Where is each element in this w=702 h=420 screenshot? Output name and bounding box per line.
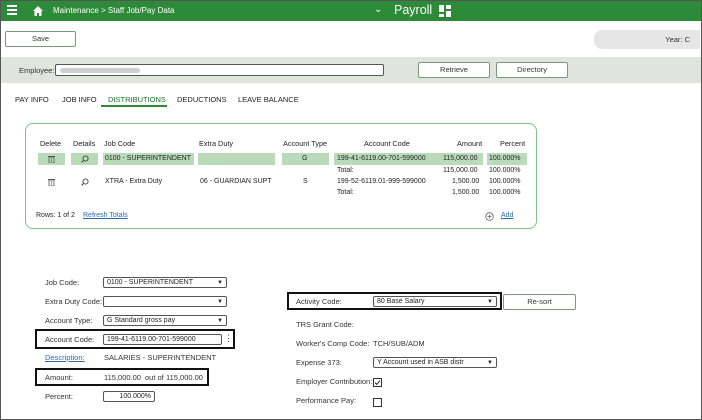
amount-out-of: out of: [145, 373, 164, 382]
home-icon[interactable]: [32, 5, 44, 17]
job-code-label: Job Code:: [45, 278, 80, 287]
apps-grid-icon[interactable]: [439, 5, 451, 17]
expense-373-label: Expense 373:: [296, 358, 342, 367]
refresh-totals-link[interactable]: Refresh Totals: [83, 212, 128, 219]
row1-account-type[interactable]: G: [302, 155, 307, 162]
chevron-down-icon[interactable]: ⌄: [374, 4, 382, 15]
row1-percent[interactable]: 100.000%: [489, 155, 521, 162]
breadcrumb[interactable]: Maintenance > Staff Job/Pay Data: [53, 6, 174, 15]
chevron-down-icon: ▼: [217, 299, 223, 305]
expense-373-select[interactable]: Y Account used in ASB distr ▼: [373, 357, 497, 368]
trash-icon[interactable]: [48, 155, 55, 163]
account-code-label: Account Code:: [45, 335, 95, 344]
rows-count: Rows: 1 of 2: [36, 212, 75, 219]
percent-label: Percent:: [45, 392, 73, 401]
tab-deductions[interactable]: DEDUCTIONS: [177, 95, 227, 104]
row1-total-amount: 115,000.00: [443, 167, 478, 174]
expense-373-value: Y Account used in ASB distr: [377, 359, 464, 366]
description-link[interactable]: Description:: [45, 353, 85, 362]
header-amount: Amount: [457, 139, 483, 148]
row2-amount[interactable]: 1,500.00: [452, 178, 479, 185]
more-options-icon[interactable]: ⋮: [224, 333, 233, 344]
row1-extra-duty-cell: [198, 153, 275, 165]
row2-total-amount: 1,500.00: [452, 189, 480, 196]
save-button[interactable]: Save: [5, 31, 76, 47]
percent-input[interactable]: 100.000%: [103, 391, 155, 402]
amount-value[interactable]: 115,000.00: [104, 373, 141, 382]
row1-total-percent: 100.000%: [489, 167, 521, 174]
row2-total-percent: 100.000%: [489, 189, 521, 196]
app-title: Payroll: [394, 3, 433, 17]
trs-grant-label: TRS Grant Code:: [296, 320, 354, 329]
magnifier-icon[interactable]: [81, 178, 89, 186]
header-account-type: Account Type: [283, 139, 328, 148]
extra-duty-select[interactable]: ▼: [103, 296, 227, 307]
hamburger-menu-icon[interactable]: [7, 5, 17, 17]
activity-code-select[interactable]: 80 Base Salary ▼: [373, 296, 497, 307]
account-code-input[interactable]: 199-41-6119.00-701-599000: [103, 334, 222, 345]
magnifier-icon[interactable]: [81, 155, 89, 163]
amount-total: 115,000.00: [166, 373, 203, 382]
tab-leave-balance[interactable]: LEAVE BALANCE: [238, 95, 299, 104]
year-indicator: Year: C: [594, 30, 700, 49]
activity-code-label: Activity Code:: [296, 297, 342, 306]
workers-comp-label: Worker's Comp Code:: [296, 339, 370, 348]
tab-pay-info[interactable]: PAY INFO: [15, 95, 49, 104]
row1-total-label: Total:: [337, 167, 354, 174]
row2-account-type[interactable]: S: [303, 178, 308, 185]
account-type-label: Account Type:: [45, 316, 93, 325]
row1-account-code[interactable]: 199-41-6119.00-701-599000: [337, 155, 426, 162]
row1-job-code[interactable]: 0100 - SUPERINTENDENT: [105, 155, 191, 162]
workers-comp-value: TCH/SUB/ADM: [373, 339, 425, 348]
retrieve-button[interactable]: Retrieve: [418, 62, 490, 78]
add-circle-icon[interactable]: [485, 212, 494, 221]
header-details: Details: [73, 139, 96, 148]
chevron-down-icon: ▼: [217, 280, 223, 286]
tab-distributions[interactable]: DISTRIBUTIONS: [108, 95, 166, 104]
row2-total-label: Total:: [337, 189, 354, 196]
resort-button[interactable]: Re-sort: [503, 294, 576, 310]
header-extra-duty: Extra Duty: [199, 139, 234, 148]
performance-pay-label: Performance Pay:: [296, 396, 357, 405]
add-link[interactable]: Add: [501, 212, 513, 219]
job-code-select[interactable]: 0100 - SUPERINTENDENT ▼: [103, 277, 227, 288]
row2-job-code[interactable]: XTRA - Extra Duty: [105, 178, 162, 185]
employer-contribution-checkbox[interactable]: [373, 378, 382, 387]
account-type-select[interactable]: G Standard gross pay ▼: [103, 315, 227, 326]
tab-job-info[interactable]: JOB INFO: [62, 95, 97, 104]
description-value: SALARIES - SUPERINTENDENT: [104, 353, 217, 362]
chevron-down-icon: ▼: [217, 318, 223, 324]
performance-pay-checkbox[interactable]: [373, 398, 382, 407]
activity-code-value: 80 Base Salary: [377, 298, 425, 305]
chevron-down-icon: ▼: [487, 360, 493, 366]
row1-amount[interactable]: 115,000.00: [443, 155, 478, 162]
active-tab-indicator: [101, 105, 167, 107]
checkmark-icon: [374, 380, 381, 386]
amount-label: Amount:: [45, 373, 73, 382]
row2-percent[interactable]: 100.000%: [489, 178, 521, 185]
header-job-code: Job Code: [104, 139, 136, 148]
employer-contribution-label: Employer Contribution:: [296, 377, 373, 386]
employee-input[interactable]: [55, 64, 384, 76]
row2-extra-duty[interactable]: 06 - GUARDIAN SUPT: [200, 178, 272, 185]
account-type-value: G Standard gross pay: [107, 317, 176, 324]
chevron-down-icon: ▼: [487, 299, 493, 305]
top-bar: Maintenance > Staff Job/Pay Data ⌄ Payro…: [1, 1, 701, 21]
trash-icon[interactable]: [48, 178, 55, 186]
year-label: Year: C: [665, 35, 690, 44]
header-delete: Delete: [40, 139, 62, 148]
employee-label: Employee:: [19, 66, 55, 75]
extra-duty-label: Extra Duty Code:: [45, 297, 103, 306]
header-account-code: Account Code: [364, 139, 410, 148]
header-percent: Percent: [500, 139, 526, 148]
employee-redacted: [60, 68, 140, 73]
directory-button[interactable]: Directory: [496, 62, 568, 78]
job-code-value: 0100 - SUPERINTENDENT: [107, 279, 193, 286]
row2-account-code[interactable]: 199-52-6119.01-999-599000: [337, 178, 426, 185]
